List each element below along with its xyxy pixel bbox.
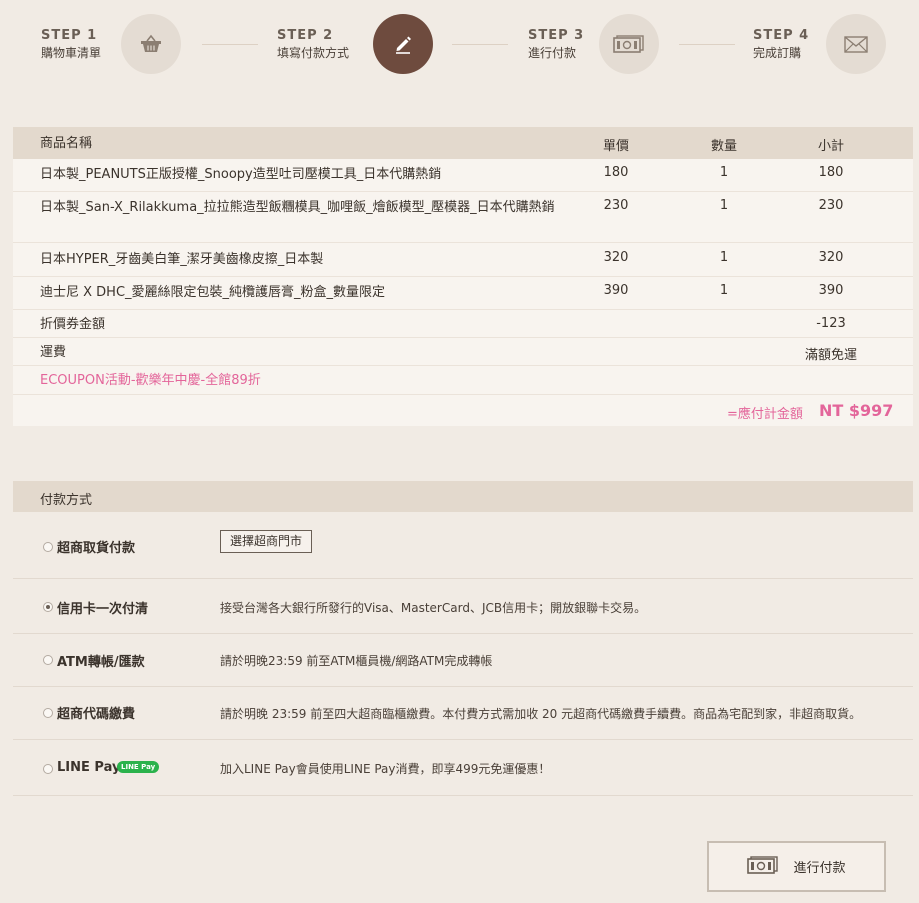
cash-icon: [599, 14, 659, 74]
item-price: 180: [603, 165, 629, 180]
step-name: 進行付款: [528, 46, 577, 60]
step-name: 填寫付款方式: [277, 46, 350, 60]
header-name: 商品名稱: [40, 136, 93, 151]
step-name: 購物車清單: [41, 46, 102, 60]
payment-header: 付款方式: [13, 481, 913, 512]
step-number: STEP 4: [753, 28, 810, 43]
select-store-button[interactable]: 選擇超商門市: [220, 530, 313, 553]
step-name: 完成訂購: [753, 46, 802, 60]
step-connector: [202, 44, 258, 45]
payment-title: 付款方式: [40, 493, 93, 508]
header-subtotal: 小計: [817, 139, 844, 154]
table-row: 日本製_PEANUTS正版授權_Snoopy造型吐司壓模工具_日本代購熱銷 18…: [13, 159, 913, 192]
payment-description: 接受台灣各大銀行所發行的Visa、MasterCard、JCB信用卡；開放銀聯卡…: [220, 601, 647, 615]
item-qty: 1: [719, 165, 729, 180]
cart-table: 商品名稱 單價 數量 小計 日本製_PEANUTS正版授權_Snoopy造型吐司…: [13, 127, 913, 426]
item-price: 320: [603, 250, 629, 265]
checkout-steps: STEP 1 購物車清單 STEP 2 填寫付款方式 STEP 3 進行付款 S…: [0, 14, 919, 74]
payment-label[interactable]: 超商取貨付款: [57, 537, 135, 556]
payment-option-line-pay[interactable]: LINE Pay LINE Pay 加入LINE Pay會員使用LINE Pay…: [13, 740, 913, 796]
radio-button[interactable]: [43, 764, 53, 774]
item-subtotal: 230: [818, 198, 844, 213]
payment-option-credit-card[interactable]: 信用卡一次付清 接受台灣各大銀行所發行的Visa、MasterCard、JCB信…: [13, 579, 913, 634]
radio-button[interactable]: [43, 542, 53, 552]
item-price: 230: [603, 198, 629, 213]
item-name[interactable]: 日本HYPER_牙齒美白筆_潔牙美齒橡皮擦_日本製: [40, 251, 560, 269]
step-number: STEP 2: [277, 28, 334, 43]
radio-button[interactable]: [43, 655, 53, 665]
step-4: STEP 4 完成訂購: [753, 28, 809, 61]
step-connector: [679, 44, 735, 45]
payment-label[interactable]: LINE Pay: [57, 760, 120, 775]
item-name[interactable]: 日本製_PEANUTS正版授權_Snoopy造型吐司壓模工具_日本代購熱銷: [40, 166, 560, 184]
proceed-payment-label: 進行付款: [793, 861, 846, 876]
coupon-row: 折價券金額 -123: [13, 310, 913, 338]
envelope-icon: [826, 14, 886, 74]
shipping-value: 滿額免運: [804, 348, 857, 363]
shipping-row: 運費 滿額免運: [13, 338, 913, 366]
line-pay-logo: LINE Pay: [117, 761, 160, 773]
step-number: STEP 1: [41, 28, 98, 43]
item-qty: 1: [719, 198, 729, 213]
promo-row: ECOUPON活動-歡樂年中慶-全館89折: [13, 366, 913, 395]
promo-label: ECOUPON活動-歡樂年中慶-全館89折: [40, 373, 261, 388]
payment-label[interactable]: 信用卡一次付清: [57, 598, 148, 617]
item-name[interactable]: 日本製_San-X_Rilakkuma_拉拉熊造型飯糰模具_咖哩飯_燴飯模型_壓…: [40, 199, 560, 217]
item-subtotal: 390: [818, 283, 844, 298]
payment-description: 請於明晚23:59 前至ATM櫃員機/網路ATM完成轉帳: [220, 654, 493, 668]
cart-header: 商品名稱 單價 數量 小計: [13, 127, 913, 159]
step-number: STEP 3: [528, 28, 585, 43]
payment-option-atm[interactable]: ATM轉帳/匯款 請於明晚23:59 前至ATM櫃員機/網路ATM完成轉帳: [13, 634, 913, 687]
step-2: STEP 2 填寫付款方式: [277, 28, 349, 61]
item-qty: 1: [719, 283, 729, 298]
item-name[interactable]: 迪士尼 X DHC_愛麗絲限定包裝_純欖護唇膏_粉盒_數量限定: [40, 284, 560, 302]
proceed-payment-button[interactable]: 進行付款: [707, 841, 886, 892]
total-value: NT $997: [819, 401, 894, 420]
coupon-value: -123: [816, 316, 846, 331]
coupon-label: 折價券金額: [40, 317, 106, 332]
step-connector: [452, 44, 508, 45]
item-subtotal: 320: [818, 250, 844, 265]
payment-description: 加入LINE Pay會員使用LINE Pay消費，即享499元免運優惠！: [220, 762, 551, 776]
payment-label[interactable]: 超商代碼繳費: [57, 703, 135, 722]
header-qty: 數量: [710, 139, 737, 154]
table-row: 日本製_San-X_Rilakkuma_拉拉熊造型飯糰模具_咖哩飯_燴飯模型_壓…: [13, 192, 913, 243]
item-qty: 1: [719, 250, 729, 265]
total-row: =應付計金額 NT $997: [13, 395, 913, 426]
shipping-label: 運費: [40, 345, 67, 360]
basket-icon: [121, 14, 181, 74]
table-row: 迪士尼 X DHC_愛麗絲限定包裝_純欖護唇膏_粉盒_數量限定 390 1 39…: [13, 277, 913, 310]
cash-icon: [747, 855, 779, 879]
payment-option-store-pickup[interactable]: 超商取貨付款 選擇超商門市: [13, 512, 913, 579]
step-1: STEP 1 購物車清單: [41, 28, 101, 61]
payment-option-store-code[interactable]: 超商代碼繳費 請於明晚 23:59 前至四大超商臨櫃繳費。本付費方式需加收 20…: [13, 687, 913, 740]
header-price: 單價: [602, 139, 629, 154]
payment-description: 請於明晚 23:59 前至四大超商臨櫃繳費。本付費方式需加收 20 元超商代碼繳…: [220, 707, 862, 721]
total-label: =應付計金額: [727, 407, 803, 422]
item-price: 390: [603, 283, 629, 298]
item-subtotal: 180: [818, 165, 844, 180]
pencil-icon: [373, 14, 433, 74]
payment-label[interactable]: ATM轉帳/匯款: [57, 651, 145, 670]
table-row: 日本HYPER_牙齒美白筆_潔牙美齒橡皮擦_日本製 320 1 320: [13, 243, 913, 277]
radio-button[interactable]: [43, 708, 53, 718]
step-3: STEP 3 進行付款: [528, 28, 584, 61]
radio-button[interactable]: [43, 602, 53, 612]
